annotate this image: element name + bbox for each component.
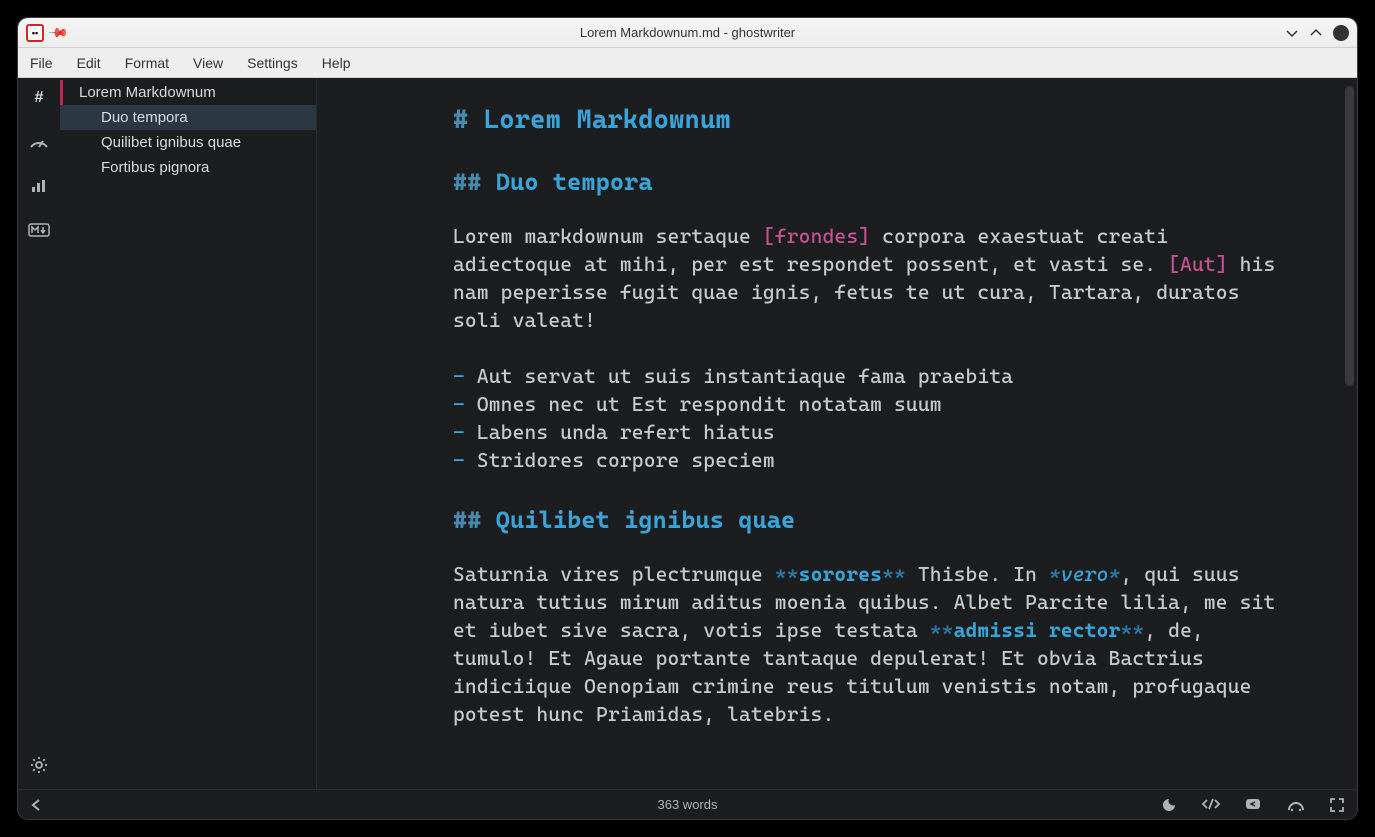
- paragraph: Saturnia vires plectrumque **sorores** T…: [453, 560, 1277, 728]
- window-controls: ✕: [1285, 25, 1349, 41]
- link-text: [Aut]: [1168, 252, 1228, 276]
- session-stats-icon[interactable]: [25, 128, 53, 156]
- menubar: File Edit Format View Settings Help: [18, 48, 1357, 78]
- link-text: [frondes]: [763, 224, 870, 248]
- scrollbar[interactable]: [1345, 86, 1354, 386]
- app-icon: ••: [26, 24, 44, 42]
- menu-edit[interactable]: Edit: [77, 55, 101, 71]
- fullscreen-icon[interactable]: [1329, 797, 1345, 813]
- outline-item[interactable]: Fortibus pignora: [60, 155, 316, 180]
- close-button[interactable]: ✕: [1333, 25, 1349, 41]
- gear-icon[interactable]: [25, 751, 53, 779]
- statusbar: 363 words: [18, 789, 1357, 819]
- paragraph: Lorem markdownum sertaque [frondes] corp…: [453, 222, 1277, 334]
- dark-mode-icon[interactable]: [1161, 797, 1177, 813]
- outline-item[interactable]: Lorem Markdownum: [60, 80, 316, 105]
- hemingway-mode-icon[interactable]: [1245, 797, 1263, 813]
- document-stats-icon[interactable]: [25, 172, 53, 200]
- heading-1: # Lorem Markdownum: [453, 106, 1277, 134]
- outline-item[interactable]: Quilibet ignibus quae: [60, 130, 316, 155]
- menu-help[interactable]: Help: [322, 55, 351, 71]
- heading-2: ## Quilibet ignibus quae: [453, 506, 1277, 534]
- outline-panel: Lorem Markdownum Duo tempora Quilibet ig…: [60, 78, 316, 789]
- outline-icon[interactable]: #: [25, 84, 53, 112]
- editor[interactable]: # Lorem Markdownum ## Duo tempora Lorem …: [317, 78, 1357, 789]
- focus-mode-icon[interactable]: [1287, 797, 1305, 813]
- maximize-button[interactable]: [1309, 26, 1323, 40]
- word-count: 363 words: [658, 797, 718, 812]
- bold-text: sorores: [799, 562, 882, 586]
- outline-item[interactable]: Duo tempora: [60, 105, 316, 130]
- menu-file[interactable]: File: [30, 55, 53, 71]
- bullet-list: - Aut servat ut suis instantiaque fama p…: [453, 362, 1277, 474]
- back-button[interactable]: [30, 798, 42, 812]
- minimize-button[interactable]: [1285, 26, 1299, 40]
- menu-view[interactable]: View: [193, 55, 223, 71]
- menu-settings[interactable]: Settings: [247, 55, 298, 71]
- list-item: - Stridores corpore speciem: [453, 446, 1277, 474]
- pin-icon[interactable]: 📌: [47, 21, 70, 44]
- statusbar-right: [1161, 797, 1345, 813]
- menu-format[interactable]: Format: [125, 55, 169, 71]
- sidebar-icon-rail: #: [18, 78, 60, 789]
- titlebar: •• 📌 Lorem Markdownum.md - ghostwriter ✕: [18, 18, 1357, 48]
- bold-text: admissi rector: [954, 618, 1121, 642]
- app-window: •• 📌 Lorem Markdownum.md - ghostwriter ✕…: [18, 18, 1357, 819]
- list-item: - Labens unda refert hiatus: [453, 418, 1277, 446]
- italic-text: vero: [1061, 562, 1109, 586]
- list-item: - Omnes nec ut Est respondit notatam suu…: [453, 390, 1277, 418]
- markdown-cheatsheet-icon[interactable]: [25, 216, 53, 244]
- html-preview-icon[interactable]: [1201, 797, 1221, 813]
- editor-pane: # Lorem Markdownum ## Duo tempora Lorem …: [316, 78, 1357, 789]
- main-area: # Lorem Markdownum Duo tempora Quilibet …: [18, 78, 1357, 789]
- window-title: Lorem Markdownum.md - ghostwriter: [580, 25, 795, 40]
- list-item: - Aut servat ut suis instantiaque fama p…: [453, 362, 1277, 390]
- heading-2: ## Duo tempora: [453, 168, 1277, 196]
